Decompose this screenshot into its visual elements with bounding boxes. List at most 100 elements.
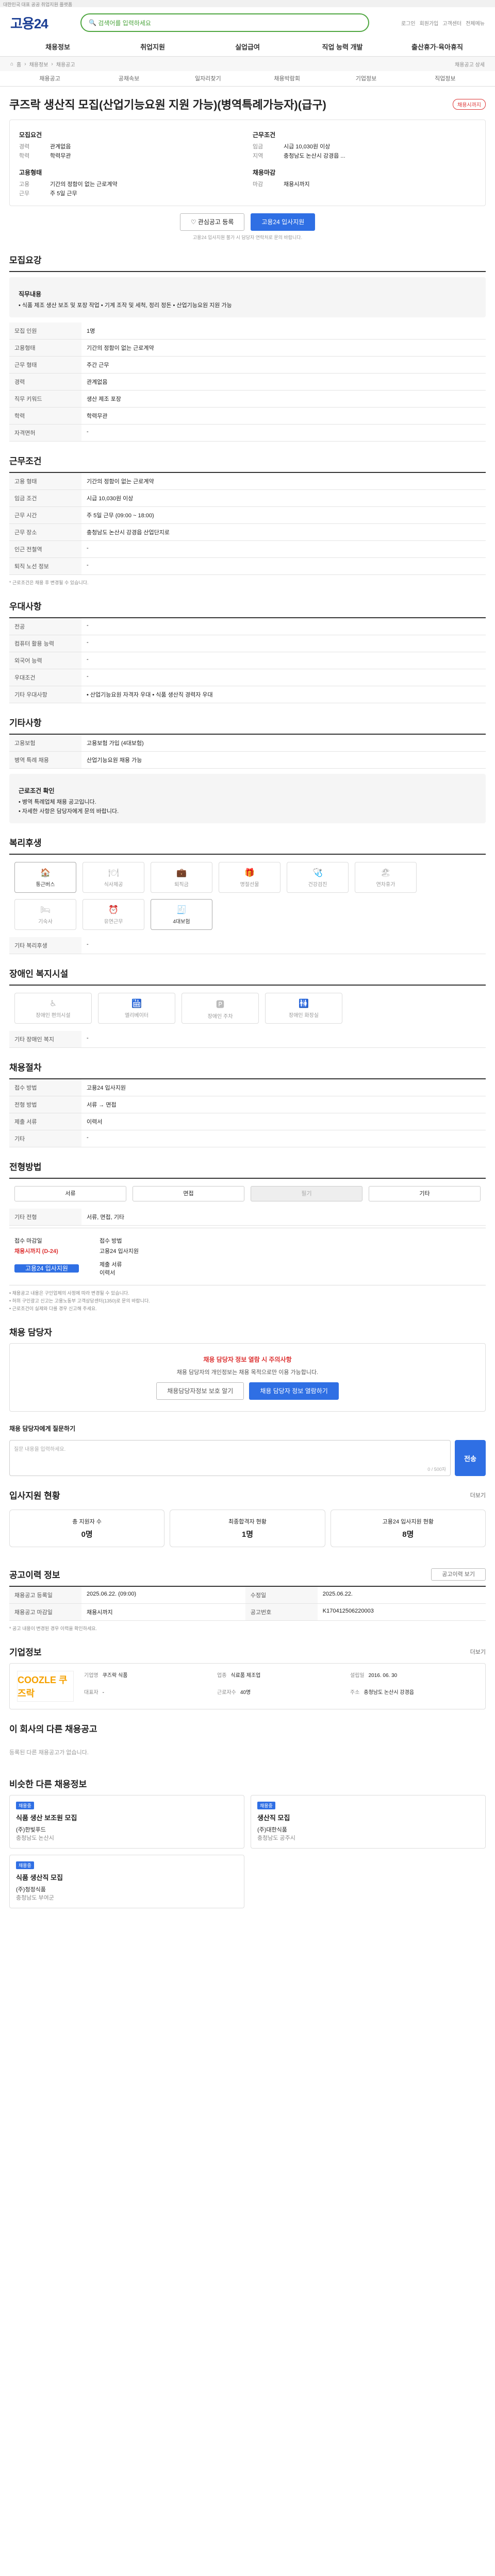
other-empty: 등록된 다른 채용공고가 없습니다.	[9, 1750, 89, 1756]
gnb-item[interactable]: 취업지원	[105, 38, 200, 56]
gnb-item[interactable]: 출산휴가·육아휴직	[390, 38, 485, 56]
welfare-item: 💼 퇴직금	[151, 862, 212, 893]
kv-key: 근무	[19, 191, 30, 197]
company-key: 업종	[217, 1673, 227, 1679]
stat-label: 고용24 입사지원 현황	[382, 1519, 434, 1525]
facility-item: ♿ 장애인 편의시설	[14, 993, 92, 1024]
util-help[interactable]: 고객센터	[442, 19, 461, 27]
stats-more[interactable]: 더보기	[470, 1491, 486, 1499]
section-title: 채용절차	[9, 1063, 42, 1073]
table-row: 인근 전철역 -	[9, 540, 486, 558]
kv-val: 주 5일 근무	[50, 191, 77, 197]
process-section: 접수 방법 고용24 입사지원 전형 방법 서류 → 면접 제출 서류 이력서 기타 -	[9, 1078, 486, 1147]
table-row: 기타 -	[9, 1130, 486, 1147]
job-location: 충청남도 논산시	[16, 1835, 54, 1841]
search-placeholder: 검색어를 입력하세요	[98, 19, 151, 27]
etc-line: • 자세한 사항은 담당자에게 문의 바랍니다.	[19, 808, 119, 815]
kv-val: 채용시까지	[284, 181, 310, 188]
summary-head: 채용마감	[253, 169, 276, 176]
job-name: 생산직 모집	[257, 1814, 290, 1822]
welfare-label: 건강검진	[308, 882, 327, 888]
sub-tab[interactable]: 기업정보	[326, 71, 405, 86]
sub-tab[interactable]: 채용공고	[10, 71, 89, 86]
send-button[interactable]: 전송	[455, 1440, 486, 1476]
pref-section: 전공 - 컴퓨터 활용 능력 - 외국어 능력 - 우대조건 - 기타 우대사항 • 산업기능요원…	[9, 617, 486, 703]
job-name: 식품 생산직 모집	[16, 1874, 63, 1882]
company-more[interactable]: 더보기	[470, 1648, 486, 1656]
work-note: * 근로조건은 채용 후 변경될 수 있습니다.	[9, 580, 89, 585]
section-title: 기업정보	[9, 1648, 42, 1657]
welfare-icon: 🧾	[176, 905, 187, 914]
similar-job-card[interactable]: 채용중 식품 생산직 모집 (주)청정식품 충청남도 부여군	[9, 1855, 244, 1908]
similar-job-card[interactable]: 채용중 생산직 모집 (주)대한식품 충청남도 공주시	[251, 1795, 486, 1849]
row-value: -	[81, 1031, 486, 1048]
apply-button[interactable]: 고용24 입사지원	[251, 213, 316, 231]
question-input[interactable]: 질문 내용을 입력하세요. 0 / 500자	[9, 1440, 451, 1476]
method-item: 서류	[14, 1186, 126, 1201]
question-head: 채용 담당자에게 질문하기	[9, 1425, 76, 1432]
util-login[interactable]: 로그인	[401, 19, 416, 27]
gnb-item[interactable]: 채용정보	[10, 38, 105, 56]
history-note: * 공고 내용이 변경된 경우 이력을 확인하세요.	[9, 1626, 97, 1631]
company-field: 업종 식료품 제조업	[217, 1671, 345, 1685]
duty-box: 직무내용 • 식품 제조 생산 보조 및 포장 작업 • 기계 조작 및 세척, …	[9, 277, 486, 317]
sub-tab[interactable]: 공채속보	[89, 71, 168, 86]
util-join[interactable]: 회원가입	[420, 19, 439, 27]
job-tag: 채용중	[257, 1802, 275, 1809]
welfare-icon: 🩺	[312, 868, 323, 877]
btn-label: 관심공고 등록	[197, 218, 234, 226]
row-key: 전공	[9, 618, 81, 635]
table-row: 근무 시간 주 5일 근무 (09:00 ~ 18:00)	[9, 506, 486, 524]
stats-cards: 총 지원자 수 0명 최종합격자 현황 1명 고용24 입사지원 현황 8명	[9, 1501, 486, 1555]
apply-button-2[interactable]: 고용24 입사지원	[14, 1264, 79, 1273]
search-input[interactable]: 🔍 검색어를 입력하세요	[80, 13, 369, 32]
sub-tab[interactable]: 채용박람회	[248, 71, 326, 86]
welfare-section: 🏠 통근버스 🍽 식사제공 💼 퇴직금 🎁 명절선물 🩺 건강검진 🏖 연차휴가 🛏 기숙사 ⏰ 유연근무 🧾 4…	[9, 854, 486, 954]
deadline-label: 접수 마감일	[14, 1238, 42, 1244]
facility-icon: 🚻	[299, 999, 309, 1008]
company-value: 쿠즈락 식품	[102, 1673, 128, 1679]
top-banner: 대한민국 대표 공공 취업지원 플랫폼	[0, 0, 495, 7]
job-company: (주)청정식품	[16, 1887, 46, 1893]
company-field: 근로자수 40명	[217, 1688, 345, 1702]
table-row: 모집 인원 1명	[9, 323, 486, 340]
company-key: 기업명	[84, 1673, 98, 1679]
crumb[interactable]: 채용공고	[56, 60, 75, 68]
company-value: 식료품 제조업	[230, 1673, 261, 1679]
row-key: 근무 시간	[9, 506, 81, 524]
gnb-item[interactable]: 직업 능력 개발	[295, 38, 390, 56]
table-row: 전형 방법 서류 → 면접	[9, 1096, 486, 1113]
section-title: 기타사항	[9, 718, 42, 728]
row-value: 기간의 정함이 없는 근로계약	[81, 339, 486, 357]
docs-label: 제출 서류	[99, 1262, 122, 1268]
section-title: 우대사항	[9, 602, 42, 612]
row-key: 기타 우대사항	[9, 686, 81, 703]
view-contact-button[interactable]: 채용 담당자 정보 열람하기	[249, 1382, 339, 1400]
favorite-button[interactable]: ♡ 관심공고 등록	[179, 213, 245, 231]
history-button[interactable]: 공고이력 보기	[431, 1568, 486, 1581]
site-logo[interactable]: 고용24	[10, 13, 72, 32]
heart-icon: ♡	[190, 218, 198, 226]
row-key: 우대조건	[9, 669, 81, 686]
row-key: 직무 키워드	[9, 390, 81, 408]
util-all[interactable]: 전체메뉴	[466, 19, 485, 27]
privacy-button[interactable]: 채용담당자정보 보호 알기	[156, 1382, 244, 1400]
stat-card: 총 지원자 수 0명	[9, 1510, 165, 1547]
crumb[interactable]: 채용정보	[29, 60, 48, 68]
facility-label: 장애인 주차	[207, 1013, 233, 1020]
company-value: 2016. 06. 30	[368, 1673, 398, 1679]
crumb[interactable]: 홈	[16, 60, 21, 68]
job-company: (주)대한식품	[257, 1827, 287, 1833]
search-icon: 🔍	[89, 19, 98, 26]
sub-tab[interactable]: 직업정보	[406, 71, 485, 86]
row-value: 생산 제조 포장	[81, 390, 486, 408]
sub-tab[interactable]: 일자리찾기	[169, 71, 248, 86]
table-row: 고용보험 고용보험 가입 (4대보험)	[9, 735, 486, 752]
gnb-item[interactable]: 실업급여	[200, 38, 295, 56]
deadline-badge: 채용시까지	[453, 98, 486, 110]
row-value: -	[81, 540, 486, 558]
welfare-list: 🏠 통근버스 🍽 식사제공 💼 퇴직금 🎁 명절선물 🩺 건강검진 🏖 연차휴가 🛏 기숙사 ⏰ 유연근무 🧾 4…	[9, 855, 486, 937]
similar-job-card[interactable]: 채용중 식품 생산 보조원 모집 (주)한빛푸드 충청남도 논산시	[9, 1795, 244, 1849]
table-row: 퇴직 노선 정보 -	[9, 557, 486, 575]
home-icon[interactable]: ⌂	[10, 61, 13, 67]
